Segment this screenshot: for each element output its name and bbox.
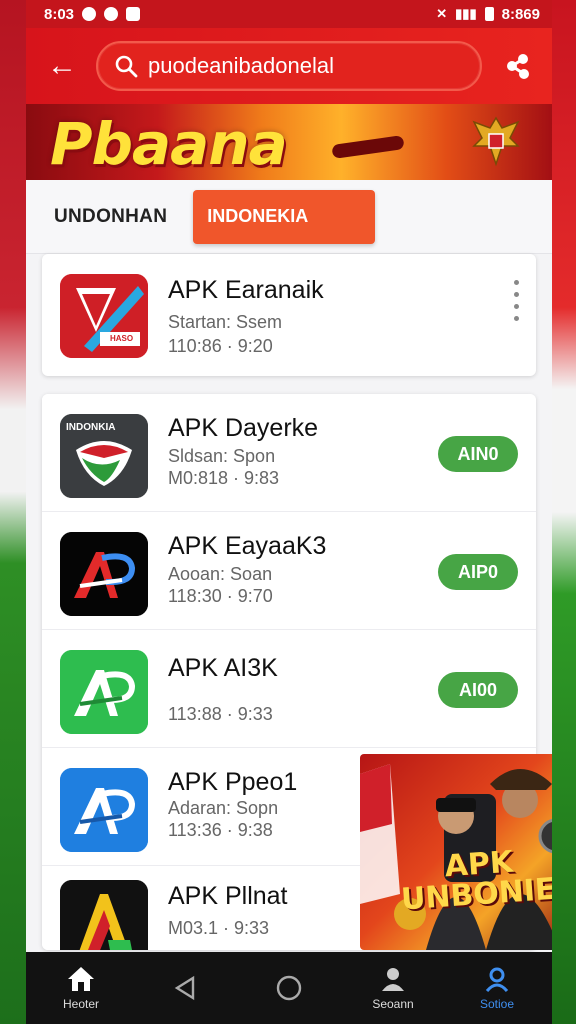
app-bar: ←	[26, 28, 552, 104]
ap-green-app-icon	[60, 650, 148, 734]
nav-home-label: Heoter	[62, 997, 100, 1011]
home-icon	[68, 967, 94, 991]
home-circle-icon	[276, 975, 302, 1001]
promo-overlay[interactable]: APK UNBONIEA	[360, 754, 552, 950]
tab-indonekia[interactable]: INDONEKIA	[193, 189, 376, 244]
list-item[interactable]: HASO APK Earanaik Startan: Ssem 110:86 ·…	[42, 254, 536, 376]
tab-bar: UNDONHAN INDONEKIA	[26, 180, 552, 254]
nav-home-circle[interactable]	[244, 973, 334, 1003]
signal-icon: ▮▮▮	[455, 6, 477, 21]
garuda-emblem-icon	[472, 116, 520, 167]
app-time: M0:818 · 9:83	[168, 468, 280, 488]
list-item[interactable]: APK AI3K 113:88 · 9:33 AI00	[42, 630, 536, 748]
share-icon[interactable]	[498, 46, 538, 86]
backdrop-right	[550, 0, 576, 1024]
promo-text: APK UNBONIEA	[399, 844, 552, 918]
back-arrow-icon[interactable]: ←	[44, 51, 80, 81]
app-name: APK Dayerke	[168, 414, 319, 442]
wifi-icon: ✕	[436, 6, 448, 21]
nav-home[interactable]: Heoter	[36, 965, 126, 1011]
tab-undonhan[interactable]: UNDONHAN	[54, 206, 167, 228]
app-time: M03.1 · 9:33	[168, 918, 270, 938]
app-time: 113:36 · 9:38	[168, 820, 273, 840]
promo-banner[interactable]: Pbaana	[26, 104, 552, 180]
list-item[interactable]: INDONKIA APK Dayerke Sldsan: Spon M0:818…	[42, 394, 536, 512]
message-icon	[126, 7, 141, 21]
nav-profile-label: Sotioe	[479, 997, 515, 1011]
notification-icon	[82, 7, 97, 21]
search-icon	[115, 55, 138, 78]
nav-back[interactable]	[140, 974, 230, 1002]
nav-search-label: Seoann	[372, 997, 414, 1011]
nav-profile[interactable]: Sotioe	[452, 965, 542, 1011]
app-icon-label: HASO	[110, 334, 134, 343]
status-bar: 8:03 ✕ ▮▮▮ 8:869	[26, 0, 552, 28]
bluetooth-icon	[104, 7, 119, 21]
search-input[interactable]	[148, 53, 464, 79]
install-button[interactable]: AIP0	[438, 554, 518, 590]
banner-decoration	[331, 135, 405, 159]
app-name: APK Ppeo1	[168, 768, 298, 796]
app-subtitle: Aooan: Soan	[168, 564, 273, 584]
app-time: 110:86 · 9:20	[168, 336, 273, 356]
install-button[interactable]: AIN0	[438, 436, 518, 472]
more-menu-icon[interactable]	[514, 280, 522, 321]
red-arrow-app-icon: HASO	[60, 274, 148, 358]
list-item[interactable]: APK EayaaK3 Aooan: Soan 118:30 · 9:70 AI…	[42, 512, 536, 630]
nav-search[interactable]: Seoann	[348, 965, 438, 1011]
phone-screen: 8:03 ✕ ▮▮▮ 8:869 ← puodeanibadonelal Pba…	[26, 0, 552, 1024]
battery-icon	[484, 7, 494, 21]
ap-black-app-icon	[60, 532, 148, 616]
profile-icon	[485, 967, 509, 993]
app-time: 118:30 · 9:70	[168, 586, 273, 606]
banner-title: Pbaana	[50, 110, 288, 178]
search-bar[interactable]	[96, 41, 482, 91]
app-subtitle: Startan: Ssem	[168, 312, 283, 332]
bottom-navigation: Heoter Seoann Sotioe	[26, 952, 552, 1024]
app-subtitle: Sldsan: Spon	[168, 446, 276, 466]
app-name: APK EayaaK3	[168, 532, 327, 560]
status-time: 8:03	[44, 5, 75, 23]
indonesia-shield-app-icon: INDONKIA	[60, 414, 148, 498]
ap-blue-app-icon	[60, 768, 148, 852]
app-icon-label: INDONKIA	[66, 422, 116, 433]
app-name: APK Earanaik	[168, 276, 324, 304]
app-time: 113:88 · 9:33	[168, 704, 273, 724]
back-triangle-icon	[174, 975, 195, 1001]
app-subtitle: Adaran: Sopn	[168, 798, 279, 818]
status-battery-time: 8:869	[501, 5, 540, 23]
backdrop-left	[0, 0, 28, 1024]
person-icon	[382, 968, 404, 991]
app-name: APK Pllnat	[168, 882, 288, 910]
install-button[interactable]: AI00	[438, 672, 518, 708]
a-color-app-icon	[60, 880, 148, 950]
app-name: APK AI3K	[168, 654, 278, 682]
